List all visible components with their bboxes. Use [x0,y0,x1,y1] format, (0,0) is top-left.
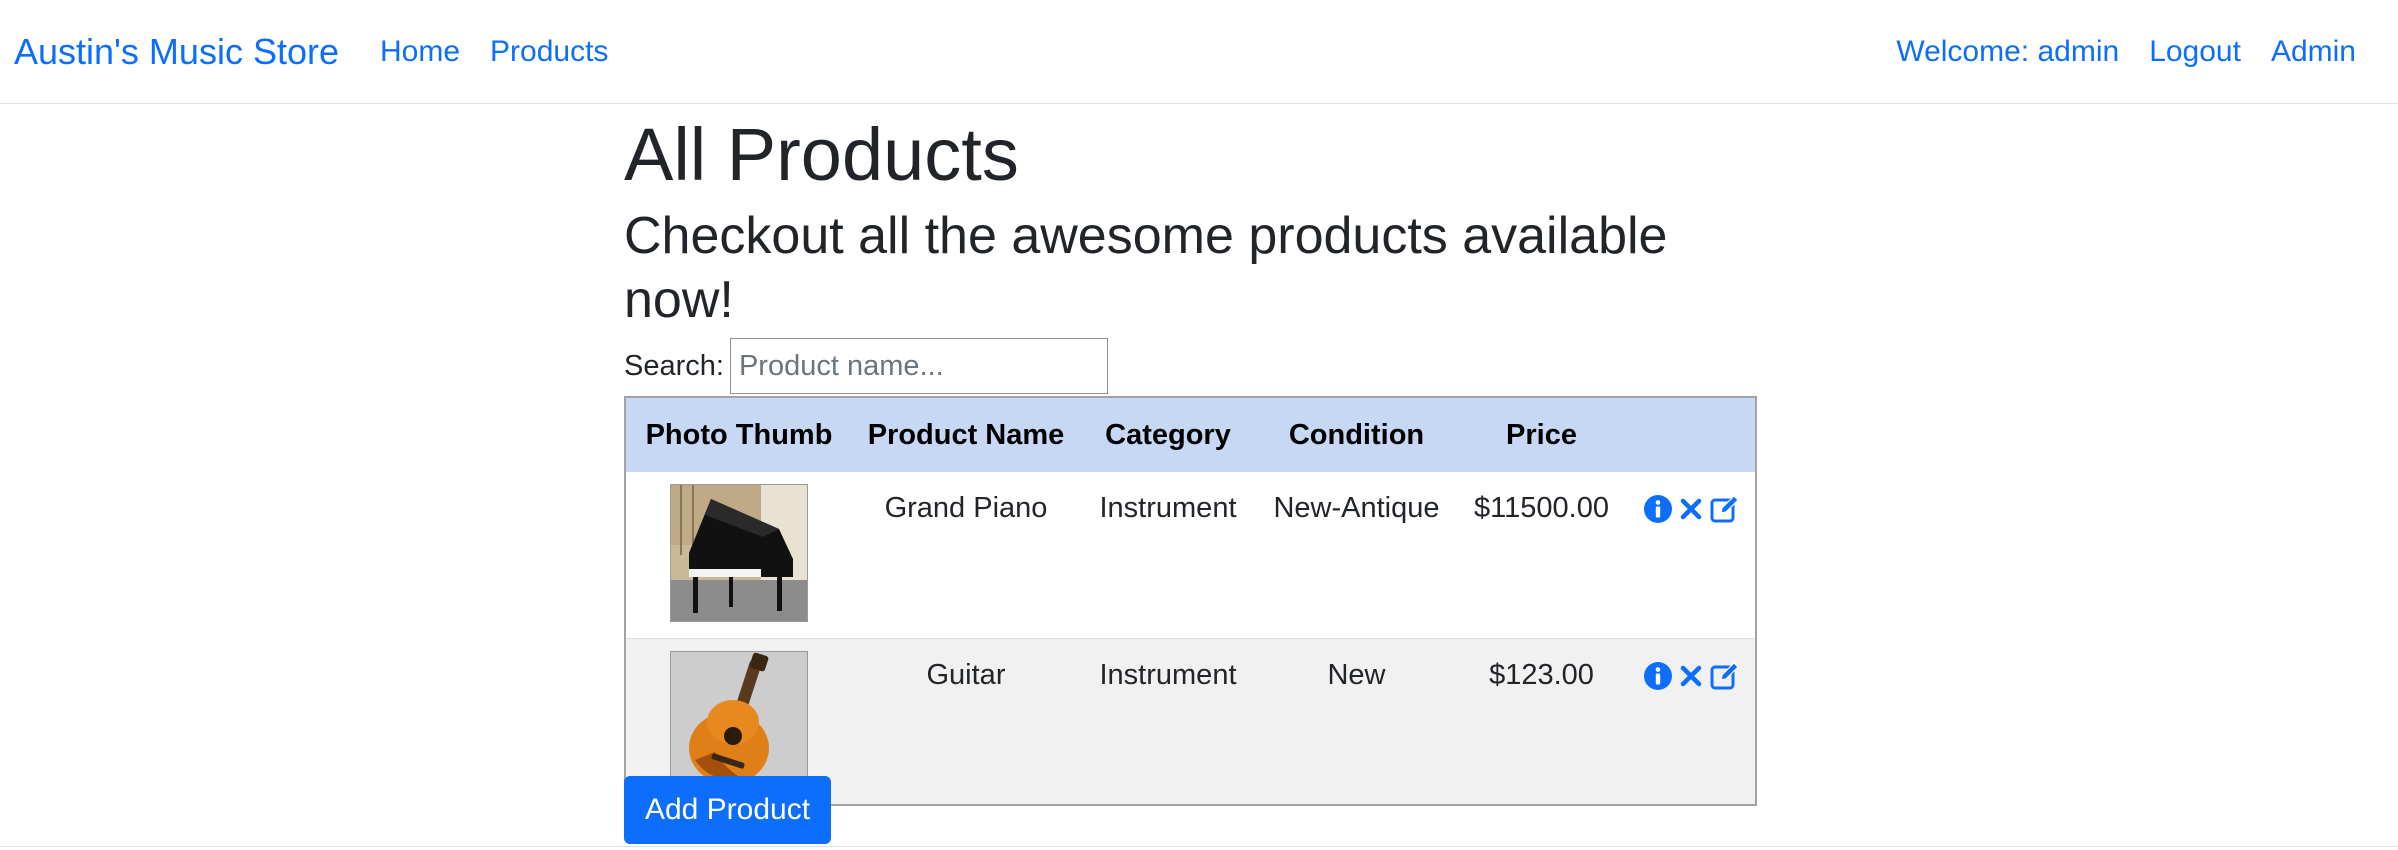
actions-cell [1626,472,1755,638]
product-name-cell: Grand Piano [884,492,1048,524]
column-header-actions [1626,398,1755,472]
search-row: Search: [624,338,1759,394]
column-header-price[interactable]: Price [1457,398,1626,472]
edit-icon[interactable] [1709,661,1739,691]
brand-link[interactable]: Austin's Music Store [14,30,339,74]
products-table: Photo Thumb Product Name Category Condit… [624,396,1757,806]
info-icon[interactable] [1643,494,1673,524]
footer-divider [0,846,2398,847]
search-input[interactable] [729,338,1108,394]
admin-link[interactable]: Admin [2271,30,2356,74]
grand-piano-photo[interactable] [670,484,808,622]
nav-products-link[interactable]: Products [490,30,608,74]
product-name-cell: Guitar [926,658,1006,691]
delete-icon[interactable] [1679,497,1703,521]
page-title: All Products [624,113,1019,196]
guitar-photo[interactable] [670,650,808,789]
info-icon[interactable] [1643,661,1673,691]
main-content: All Products Checkout all the awesome pr… [624,104,1759,806]
column-header-category[interactable]: Category [1080,398,1256,472]
column-header-photo[interactable]: Photo Thumb [626,398,852,472]
delete-icon[interactable] [1679,664,1703,688]
nav-home-link[interactable]: Home [380,30,460,74]
add-product-button[interactable]: Add Product [624,776,831,844]
search-label: Search: [624,349,724,382]
thumb-cell [626,472,852,638]
nav-user-links: Welcome: admin Logout Admin [1896,30,2356,74]
table-row: Grand Piano Instrument New-Antique $1150… [626,472,1755,638]
actions-cell [1626,638,1755,804]
logout-link[interactable]: Logout [2149,30,2241,74]
category-cell: Instrument [1099,492,1237,524]
column-header-condition[interactable]: Condition [1256,398,1457,472]
category-cell: Instrument [1099,658,1237,691]
navbar: Austin's Music Store Home Products Welco… [0,0,2398,104]
table-header-row: Photo Thumb Product Name Category Condit… [626,398,1755,472]
price-cell: $123.00 [1489,658,1594,691]
condition-cell: New-Antique [1273,492,1440,524]
page-subtitle: Checkout all the awesome products availa… [624,207,1668,329]
price-cell: $11500.00 [1474,492,1609,524]
welcome-user-link[interactable]: Welcome: admin [1896,30,2119,74]
nav-links: Home Products [380,30,608,74]
edit-icon[interactable] [1709,494,1739,524]
column-header-name[interactable]: Product Name [852,398,1080,472]
condition-cell: New [1327,658,1386,691]
